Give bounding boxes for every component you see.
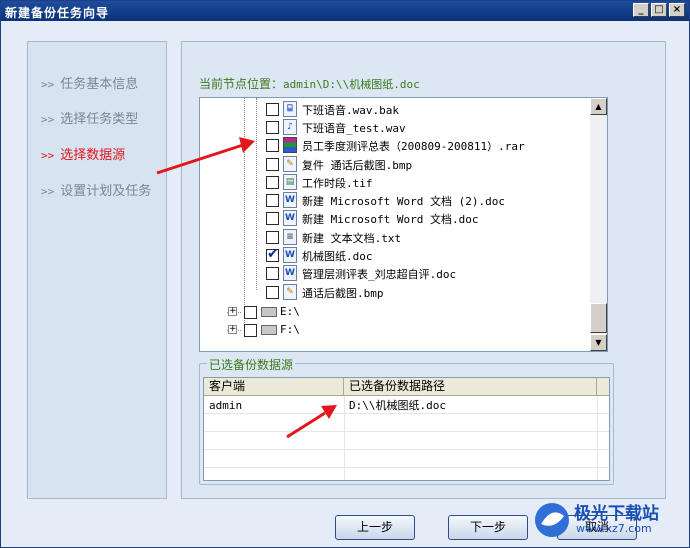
watermark-url: www.xz7.com bbox=[576, 522, 652, 535]
word-file-icon: W bbox=[283, 210, 297, 226]
drive-icon bbox=[261, 325, 277, 335]
chevron-right-icon: >> bbox=[41, 113, 55, 126]
scroll-thumb[interactable] bbox=[590, 303, 607, 333]
table-row-empty bbox=[204, 433, 609, 450]
file-checkbox[interactable] bbox=[266, 139, 279, 152]
table-row-empty bbox=[204, 415, 609, 432]
selected-sources-title: 已选备份数据源 bbox=[207, 356, 296, 373]
tree-connector bbox=[256, 98, 257, 290]
drive-icon bbox=[261, 307, 277, 317]
file-checkbox[interactable] bbox=[266, 212, 279, 225]
table-cell-path[interactable]: D:\\机械图纸.doc bbox=[344, 397, 609, 414]
current-node-position: 当前节点位置：admin\D:\\机械图纸.doc bbox=[199, 77, 420, 91]
expand-button[interactable]: + bbox=[228, 325, 237, 334]
wizard-window: 新建备份任务向导 _ □ × >> 任务基本信息 >> 选择任务类型 >> 选择数据源… bbox=[0, 0, 690, 548]
chevron-right-icon: >> bbox=[41, 149, 55, 162]
chevron-right-icon: >> bbox=[41, 78, 55, 91]
previous-button[interactable]: 上一步 bbox=[335, 515, 415, 540]
tree-scrollbar[interactable]: ▲ ▼ bbox=[590, 98, 607, 351]
step-task-info: >> 任务基本信息 bbox=[41, 77, 139, 92]
file-checkbox[interactable] bbox=[266, 231, 279, 244]
file-checkbox[interactable] bbox=[266, 121, 279, 134]
title-bar: 新建备份任务向导 _ □ × bbox=[1, 1, 689, 21]
chevron-right-icon: >> bbox=[41, 185, 55, 198]
scroll-down-arrow-icon[interactable]: ▼ bbox=[590, 334, 607, 351]
file-checkbox[interactable] bbox=[266, 103, 279, 116]
generic-file-icon: ⌸ bbox=[283, 101, 297, 117]
close-button[interactable]: × bbox=[669, 3, 685, 17]
file-checkbox[interactable] bbox=[266, 194, 279, 207]
step-data-source: >> 选择数据源 bbox=[41, 148, 126, 163]
expand-button[interactable]: + bbox=[228, 307, 237, 316]
file-checkbox-checked[interactable] bbox=[266, 246, 279, 262]
audio-file-icon: ♪ bbox=[283, 119, 297, 135]
next-button[interactable]: 下一步 bbox=[448, 515, 528, 540]
watermark-logo: 极光下载站 www.xz7.com bbox=[532, 495, 688, 545]
image-file-icon: ✎ bbox=[283, 284, 297, 300]
word-file-icon: W bbox=[283, 247, 297, 263]
file-checkbox[interactable] bbox=[266, 286, 279, 299]
column-header-path[interactable]: 已选备份数据路径 bbox=[344, 378, 597, 396]
image-file-icon: ✎ bbox=[283, 156, 297, 172]
watermark-text: 极光下载站 bbox=[574, 504, 659, 524]
annotation-arrow-icon bbox=[156, 137, 255, 175]
window-title: 新建备份任务向导 bbox=[5, 6, 110, 20]
step-schedule: >> 设置计划及任务 bbox=[41, 184, 152, 199]
step-task-type: >> 选择任务类型 bbox=[41, 112, 139, 127]
column-header-filler bbox=[597, 378, 609, 396]
selected-sources-table[interactable]: 客户端 已选备份数据路径 admin D:\\机械图纸.doc bbox=[203, 377, 610, 481]
column-header-client[interactable]: 客户端 bbox=[204, 378, 344, 396]
table-row-empty bbox=[204, 451, 609, 468]
drive-checkbox[interactable] bbox=[244, 306, 257, 319]
minimize-button[interactable]: _ bbox=[633, 3, 649, 17]
text-file-icon: ≡ bbox=[283, 229, 297, 245]
watermark-logo-icon bbox=[535, 503, 569, 537]
scroll-up-arrow-icon[interactable]: ▲ bbox=[590, 98, 607, 115]
file-checkbox[interactable] bbox=[266, 176, 279, 189]
maximize-button[interactable]: □ bbox=[651, 3, 667, 17]
file-checkbox[interactable] bbox=[266, 158, 279, 171]
word-file-icon: W bbox=[283, 265, 297, 281]
annotation-arrow-icon bbox=[286, 405, 337, 439]
image-file-icon: ▤ bbox=[283, 174, 297, 190]
word-file-icon: W bbox=[283, 192, 297, 208]
drive-checkbox[interactable] bbox=[244, 324, 257, 337]
file-checkbox[interactable] bbox=[266, 267, 279, 280]
archive-file-icon bbox=[283, 137, 297, 153]
